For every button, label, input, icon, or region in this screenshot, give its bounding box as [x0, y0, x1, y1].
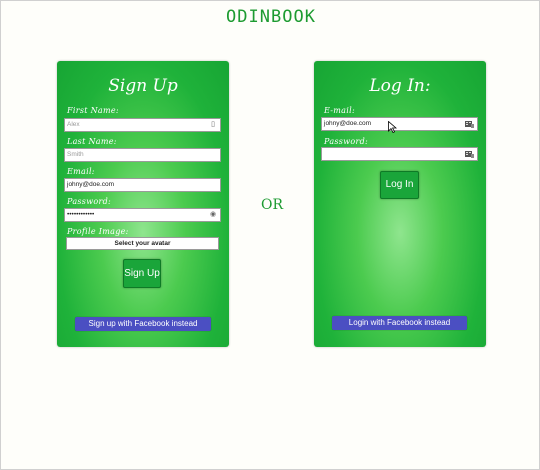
signup-form: Sign Up First Name: Alex ▯ Last Name: Sm…	[57, 61, 229, 347]
password-manager-icon[interactable]	[465, 120, 474, 128]
first-name-label: First Name:	[67, 106, 119, 115]
login-email-value: johny@doe.com	[324, 120, 372, 127]
app-logo: ODINBOOK	[226, 7, 316, 27]
first-name-input[interactable]: Alex ▯	[64, 118, 221, 132]
email-label: Email:	[67, 167, 95, 176]
key-icon[interactable]: ◉	[209, 211, 217, 219]
select-avatar-button[interactable]: Select your avatar	[66, 237, 219, 250]
last-name-label: Last Name:	[67, 137, 117, 146]
login-form: Log In: E-mail: johny@doe.com Password: …	[314, 61, 486, 347]
contact-card-icon: ▯	[211, 121, 215, 128]
login-title: Log In:	[369, 76, 431, 96]
last-name-placeholder: Smith	[67, 151, 84, 158]
password-manager-icon[interactable]	[465, 150, 474, 158]
profile-image-label: Profile Image:	[67, 227, 129, 236]
signup-email-value: johny@doe.com	[67, 181, 115, 188]
password-label: Password:	[67, 197, 112, 206]
login-password-label: Password:	[324, 137, 369, 146]
login-password-input[interactable]	[321, 147, 478, 161]
last-name-input[interactable]: Smith	[64, 148, 221, 162]
signup-password-input[interactable]: •••••••••••• ◉	[64, 208, 221, 222]
login-email-input[interactable]: johny@doe.com	[321, 117, 478, 131]
signup-password-value: ••••••••••••	[67, 211, 95, 218]
signup-email-input[interactable]: johny@doe.com	[64, 178, 221, 192]
login-facebook-button[interactable]: Login with Facebook instead	[332, 316, 467, 330]
signup-title: Sign Up	[108, 76, 178, 96]
first-name-placeholder: Alex	[67, 121, 80, 128]
login-email-label: E-mail:	[324, 106, 355, 115]
or-separator: OR	[260, 197, 284, 213]
signup-button[interactable]: Sign Up	[123, 259, 161, 288]
mouse-cursor-icon	[388, 121, 397, 133]
login-button[interactable]: Log In	[380, 171, 419, 199]
signup-facebook-button[interactable]: Sign up with Facebook instead	[75, 317, 211, 331]
